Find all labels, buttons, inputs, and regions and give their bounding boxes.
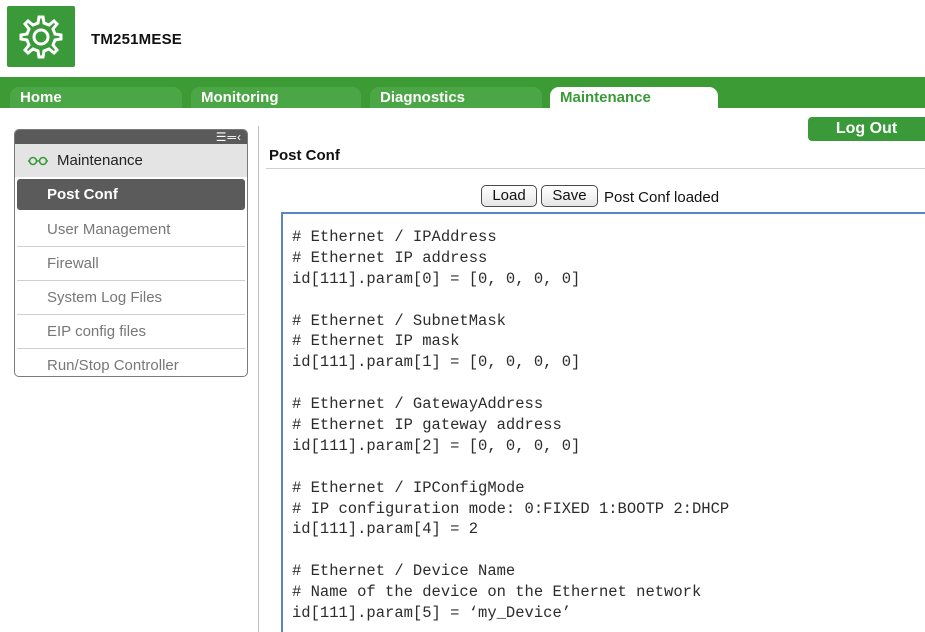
maintenance-icon bbox=[28, 156, 48, 166]
editor-line: # Ethernet / IPConfigMode bbox=[292, 478, 525, 497]
post-conf-editor[interactable]: # Ethernet / IPAddress # Ethernet IP addr… bbox=[281, 212, 925, 632]
editor-blank-line bbox=[292, 457, 729, 478]
editor-line: id[111].param[1] = [0, 0, 0, 0] bbox=[292, 353, 581, 372]
sidebar-item-firewall[interactable]: Firewall bbox=[17, 247, 245, 281]
editor-line: # Ethernet IP address bbox=[292, 248, 488, 267]
editor-line: # Ethernet / IPAddress bbox=[292, 228, 497, 246]
editor-line: # Ethernet IP mask bbox=[292, 332, 460, 351]
save-button[interactable]: Save bbox=[541, 185, 598, 207]
collapse-icon[interactable]: ‹ bbox=[237, 130, 242, 144]
page-title: Post Conf bbox=[269, 147, 340, 164]
list-view-icon[interactable]: ☰ bbox=[216, 130, 228, 144]
main-tab-bar: Home Monitoring Diagnostics Maintenance bbox=[0, 77, 925, 108]
sidebar-header-title: Maintenance bbox=[57, 152, 143, 169]
sidebar-header: Maintenance bbox=[15, 144, 247, 177]
compact-view-icon[interactable]: ═ bbox=[227, 130, 237, 144]
editor-line: # Ethernet IP gateway address bbox=[292, 416, 562, 435]
tab-diagnostics[interactable]: Diagnostics bbox=[370, 87, 542, 108]
tab-home[interactable]: Home bbox=[10, 87, 182, 108]
editor-line: id[111].param[2] = [0, 0, 0, 0] bbox=[292, 436, 581, 455]
tab-maintenance[interactable]: Maintenance bbox=[550, 87, 718, 108]
sidebar-toolbar: ☰═‹ bbox=[15, 130, 247, 144]
editor-line: id[111].param[5] = ‘my_Device’ bbox=[292, 604, 572, 623]
editor-blank-line bbox=[292, 540, 729, 561]
editor-content[interactable]: # Ethernet / IPAddress # Ethernet IP addr… bbox=[292, 227, 729, 624]
editor-line: # Name of the device on the Ethernet net… bbox=[292, 583, 702, 602]
logo bbox=[7, 6, 75, 67]
editor-line: # IP configuration mode: 0:FIXED 1:BOOTP… bbox=[292, 499, 730, 518]
editor-blank-line bbox=[292, 373, 729, 394]
gear-icon bbox=[19, 15, 63, 59]
sidebar-item-user-management[interactable]: User Management bbox=[17, 213, 245, 247]
title-divider bbox=[266, 168, 925, 169]
editor-blank-line bbox=[292, 290, 729, 311]
editor-line: id[111].param[0] = [0, 0, 0, 0] bbox=[292, 269, 581, 288]
editor-line: # Ethernet / SubnetMask bbox=[292, 311, 506, 330]
tab-monitoring[interactable]: Monitoring bbox=[191, 87, 361, 108]
sidebar-item-system-log-files[interactable]: System Log Files bbox=[17, 281, 245, 315]
sidebar-item-post-conf[interactable]: Post Conf bbox=[17, 179, 245, 210]
load-button[interactable]: Load bbox=[481, 185, 537, 207]
sidebar: ☰═‹ Maintenance Post Conf User Managemen… bbox=[14, 129, 248, 377]
editor-line: id[111].param[4] = 2 bbox=[292, 520, 479, 539]
sidebar-item-eip-config-files[interactable]: EIP config files bbox=[17, 315, 245, 349]
editor-line: # Ethernet / Device Name bbox=[292, 562, 516, 581]
device-name: TM251MESE bbox=[91, 31, 182, 48]
editor-line: # Ethernet / GatewayAddress bbox=[292, 395, 544, 414]
panel-divider bbox=[258, 126, 259, 632]
sidebar-item-run-stop-controller[interactable]: Run/Stop Controller bbox=[17, 349, 245, 376]
logout-button[interactable]: Log Out bbox=[808, 117, 925, 141]
status-text: Post Conf loaded bbox=[604, 189, 720, 206]
